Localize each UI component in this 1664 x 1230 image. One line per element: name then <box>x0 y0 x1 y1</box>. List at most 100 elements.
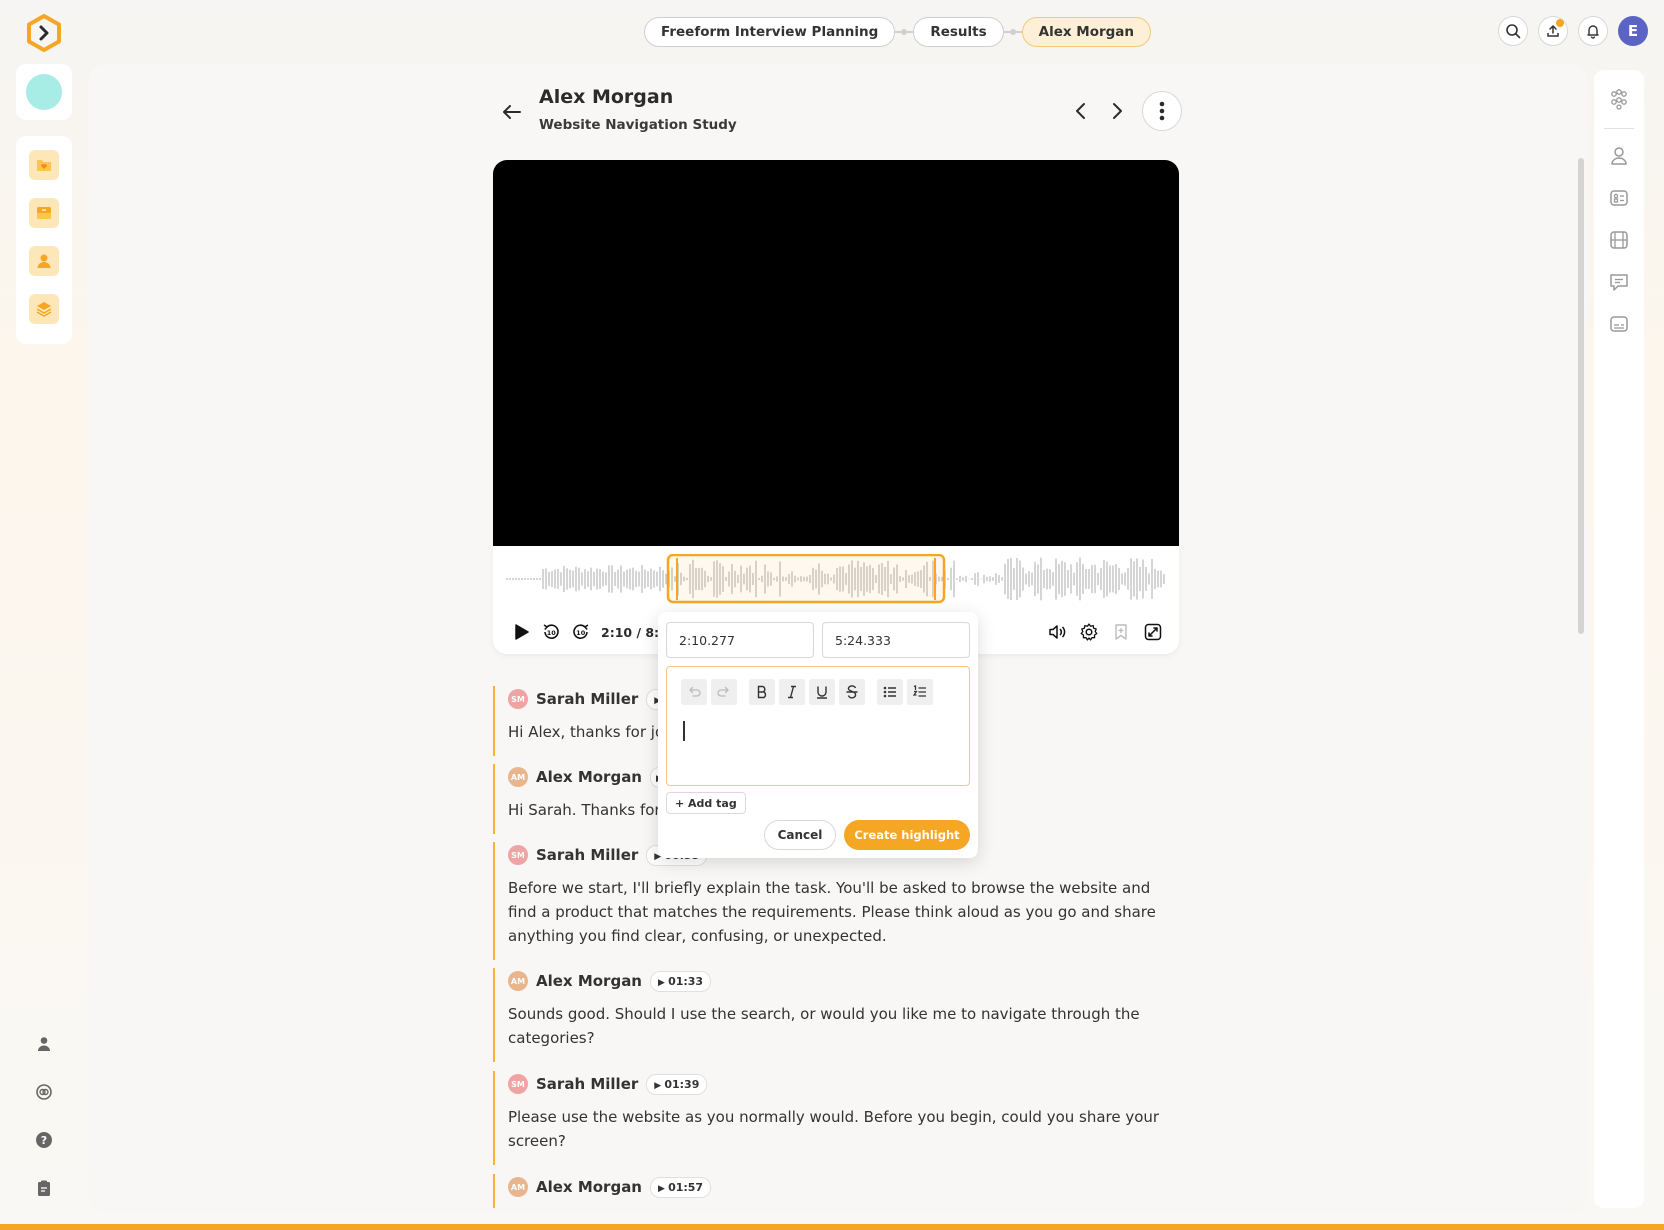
more-options-button[interactable] <box>1142 91 1182 131</box>
workspace-switcher[interactable] <box>16 64 72 120</box>
speaker-name: Sarah Miller <box>536 846 639 864</box>
clipboard-icon <box>38 1180 50 1196</box>
transcript-entry[interactable]: AM Alex Morgan 01:57 <box>493 1174 1183 1208</box>
numbered-list-button[interactable] <box>907 679 933 705</box>
audio-waveform[interactable] <box>505 554 1167 604</box>
create-highlight-button[interactable]: Create highlight <box>844 820 970 850</box>
left-rail-bottom: ? <box>30 1034 58 1198</box>
nav-layers[interactable] <box>29 294 59 324</box>
comment-icon <box>1610 274 1628 291</box>
notifications-button[interactable] <box>1578 16 1608 46</box>
notification-dot <box>1556 19 1564 27</box>
cancel-button[interactable]: Cancel <box>764 820 836 850</box>
speaker-name: Sarah Miller <box>536 1075 639 1093</box>
next-participant-icon[interactable] <box>1106 100 1128 122</box>
user-avatar[interactable]: E <box>1618 16 1648 46</box>
help-icon: ? <box>36 1132 52 1148</box>
selected-range[interactable] <box>666 554 946 604</box>
speaker-name: Alex Morgan <box>536 768 642 786</box>
right-rail-video[interactable] <box>1606 227 1632 253</box>
nav-favorites[interactable] <box>29 150 59 180</box>
fullscreen-icon[interactable] <box>1143 622 1163 642</box>
strikethrough-button[interactable] <box>839 679 865 705</box>
highlight-note-editor[interactable] <box>666 666 970 786</box>
bullet-list-button[interactable] <box>877 679 903 705</box>
left-nav <box>16 136 72 344</box>
scrollbar[interactable] <box>1578 158 1584 634</box>
bullet-list-icon <box>883 686 896 698</box>
speaker-row: SM Sarah Miller 01:39 <box>508 1071 1183 1097</box>
breadcrumb-separator <box>895 29 914 35</box>
transcript-entry[interactable]: SM Sarah Miller 00:55 Before we start, I… <box>493 842 1183 960</box>
app-logo-icon[interactable] <box>25 14 63 52</box>
speaker-avatar: AM <box>508 1177 528 1197</box>
rewind-10-icon[interactable]: 10 <box>541 622 561 642</box>
bold-icon <box>757 685 767 699</box>
integrations-button[interactable] <box>30 1082 58 1102</box>
italic-button[interactable] <box>779 679 805 705</box>
bold-button[interactable] <box>749 679 775 705</box>
more-vertical-icon <box>1159 101 1165 121</box>
right-rail-participant[interactable] <box>1606 143 1632 169</box>
workspace-avatar <box>26 74 62 110</box>
forward-10-icon[interactable]: 10 <box>571 622 591 642</box>
search-icon <box>1506 24 1521 39</box>
breadcrumb-participant[interactable]: Alex Morgan <box>1021 17 1152 47</box>
utterance-text: Sounds good. Should I use the search, or… <box>508 1005 1140 1047</box>
redo-button[interactable] <box>711 679 737 705</box>
video-player[interactable] <box>493 160 1179 546</box>
speaker-name: Alex Morgan <box>536 972 642 990</box>
timestamp-button[interactable]: 01:33 <box>650 970 712 992</box>
breadcrumb-separator <box>1003 29 1022 35</box>
search-button[interactable] <box>1498 16 1528 46</box>
person-outline-icon <box>1611 147 1627 165</box>
player-options <box>1047 622 1163 642</box>
right-rail-details[interactable] <box>1606 185 1632 211</box>
back-arrow-icon[interactable] <box>500 100 524 124</box>
add-bookmark-icon[interactable] <box>1111 622 1131 642</box>
right-rail-comments[interactable] <box>1606 269 1632 295</box>
highlight-start-input[interactable]: 2:10.277 <box>666 622 814 658</box>
create-highlight-popup: 2:10.277 5:24.333 + Add tag Cancel Creat… <box>658 612 978 858</box>
volume-icon[interactable] <box>1047 622 1067 642</box>
id-card-icon <box>1610 190 1628 206</box>
timestamp-button[interactable]: 01:39 <box>646 1073 708 1095</box>
play-icon[interactable] <box>511 622 531 642</box>
settings-gear-icon[interactable] <box>1079 622 1099 642</box>
highlight-end-input[interactable]: 5:24.333 <box>822 622 970 658</box>
page-subtitle: Website Navigation Study <box>539 117 737 133</box>
playback-controls: 10 10 2:10 / 8:00 <box>511 622 676 642</box>
numbered-list-icon <box>912 685 926 697</box>
upload-button[interactable] <box>1538 16 1568 46</box>
nav-participants[interactable] <box>29 246 59 276</box>
nav-inbox[interactable] <box>29 198 59 228</box>
breadcrumb-results[interactable]: Results <box>913 17 1004 47</box>
link-icon <box>36 1084 52 1100</box>
speaker-avatar: SM <box>508 845 528 865</box>
transcript-entry[interactable]: SM Sarah Miller 01:39 Please use the web… <box>493 1071 1183 1165</box>
speaker-avatar: SM <box>508 689 528 709</box>
breadcrumb-project[interactable]: Freeform Interview Planning <box>644 17 896 47</box>
svg-text:10: 10 <box>576 629 586 637</box>
right-rail-transcript[interactable] <box>1606 311 1632 337</box>
strikethrough-icon <box>846 685 858 699</box>
speaker-avatar: AM <box>508 971 528 991</box>
underline-button[interactable] <box>809 679 835 705</box>
clusters-icon <box>1611 89 1627 110</box>
underline-icon <box>817 686 827 699</box>
user-icon <box>38 1037 50 1051</box>
italic-icon <box>788 685 796 699</box>
notes-button[interactable] <box>30 1178 58 1198</box>
account-button[interactable] <box>30 1034 58 1054</box>
add-tag-button[interactable]: + Add tag <box>666 792 746 814</box>
transcript-entry[interactable]: AM Alex Morgan 01:33 Sounds good. Should… <box>493 968 1183 1062</box>
svg-text:?: ? <box>41 1134 47 1147</box>
undo-icon <box>689 686 701 697</box>
help-button[interactable]: ? <box>30 1130 58 1150</box>
timestamp-button[interactable]: 01:57 <box>650 1176 712 1198</box>
undo-button[interactable] <box>681 679 707 705</box>
speaker-name: Sarah Miller <box>536 690 639 708</box>
redo-icon <box>717 686 729 697</box>
right-rail-clusters[interactable] <box>1606 86 1632 112</box>
previous-participant-icon[interactable] <box>1070 100 1092 122</box>
